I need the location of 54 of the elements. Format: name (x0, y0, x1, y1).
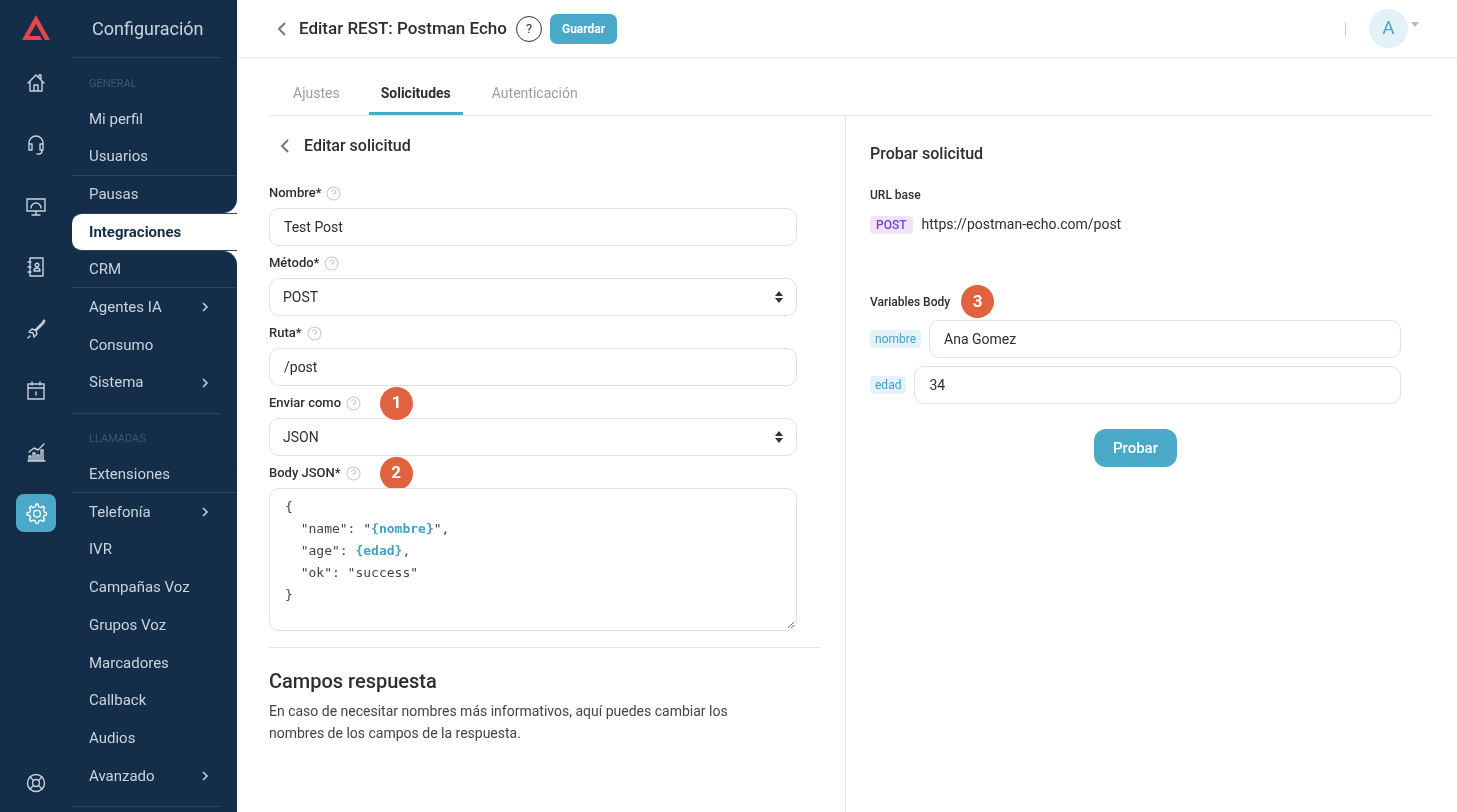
section-title: Probar solicitud (870, 143, 985, 165)
select-field[interactable]: POST (269, 278, 797, 316)
method-badge: POST (870, 215, 913, 234)
sort-arrows-icon (775, 291, 783, 303)
step-badge: 2 (379, 456, 413, 490)
code-editor[interactable]: { "name": "{nombre}", "age": {edad}, "ok": "success" } (269, 488, 797, 631)
step-badge: 3 (961, 285, 995, 318)
field-label: Enviar como (269, 394, 342, 413)
logo-icon (21, 14, 51, 42)
help-icon (324, 255, 340, 271)
input-field[interactable]: 34 (914, 366, 1401, 404)
sidebar-item[interactable]: Integraciones (72, 213, 237, 251)
sort-arrows-icon (775, 431, 783, 443)
field-label: Ruta* (269, 324, 302, 343)
step-badge: 1 (380, 386, 414, 420)
sidebar-item[interactable]: CRM (72, 250, 237, 289)
page-title: Editar REST: Postman Echo (299, 16, 507, 40)
section-heading: Campos respuesta (269, 668, 438, 695)
back-button[interactable] (277, 20, 287, 37)
chevron-right-icon (201, 302, 209, 313)
lifebuoy-icon[interactable] (25, 772, 47, 794)
settings-icon[interactable] (16, 494, 56, 533)
sidebar-title: Configuración (72, 0, 221, 58)
input-field[interactable]: Test Post (269, 208, 797, 246)
input-field[interactable]: Ana Gomez (929, 320, 1401, 358)
code-line: "age": {edad}, (299, 542, 412, 560)
help-icon (346, 395, 362, 411)
chevron-right-icon (201, 377, 209, 388)
field-label: Variables Body (870, 293, 951, 311)
description-text: En caso de necesitar nombres más informativos, aquí puedes cambiar los nombres de los campos de la respuesta. (269, 702, 729, 743)
variable-tag: nombre (870, 330, 922, 348)
help-icon (306, 325, 322, 341)
field-label: Nombre* (269, 184, 322, 203)
url-text: https://postman-echo.com/post (921, 215, 1122, 234)
tab[interactable]: Solicitudes (368, 75, 463, 115)
field-label: URL base (870, 187, 922, 204)
help-icon (326, 185, 342, 201)
select-field[interactable]: JSON (269, 418, 797, 456)
chevron-right-icon (201, 770, 209, 781)
sidebar-item[interactable]: Pausas (72, 175, 237, 214)
back-button[interactable] (280, 138, 290, 154)
caret-icon (1411, 22, 1419, 27)
code-line: "ok": "success" (299, 564, 420, 582)
resize-handle-icon[interactable] (787, 621, 795, 629)
section-title: Editar solicitud (304, 135, 411, 157)
code-line: "name": "{nombre}", (299, 520, 451, 538)
code-line: { (285, 498, 294, 516)
help-icon (345, 465, 361, 481)
input-field[interactable]: /post (269, 348, 797, 386)
code-line: } (285, 586, 294, 604)
variable-tag: edad (870, 376, 907, 394)
chevron-right-icon (201, 507, 209, 518)
field-label: Body JSON* (269, 464, 341, 483)
field-label: Método* (269, 254, 320, 273)
